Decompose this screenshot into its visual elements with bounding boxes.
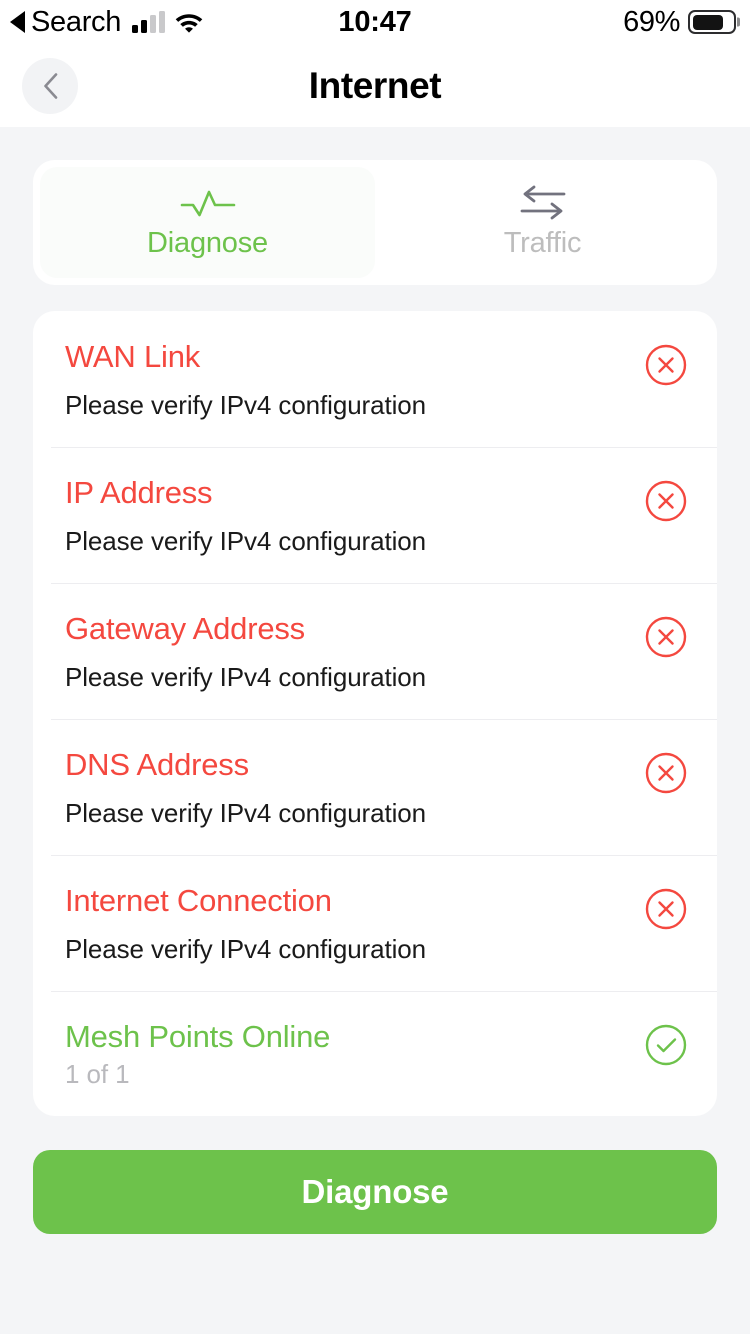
diagnostic-title: WAN Link [65,339,201,374]
pulse-icon [180,186,236,220]
table-row[interactable]: DNS Address Please verify IPv4 configura… [33,719,717,855]
diagnostic-subtitle: Please verify IPv4 configuration [65,389,426,420]
battery-icon [688,10,740,34]
tab-diagnose-label: Diagnose [147,226,268,259]
triangle-left-icon [10,11,25,33]
diagnostic-title: Mesh Points Online [65,1019,331,1054]
table-row[interactable]: Internet Connection Please verify IPv4 c… [33,855,717,991]
diagnostic-subtitle: Please verify IPv4 configuration [65,661,426,692]
error-circle-x-icon [645,616,687,658]
diagnostic-subtitle: Please verify IPv4 configuration [65,525,426,556]
navigation-bar: Internet [0,44,750,127]
cellular-signal-icon [132,11,166,33]
row-text-block: Gateway Address Please verify IPv4 confi… [65,610,627,693]
table-row[interactable]: IP Address Please verify IPv4 configurat… [33,447,717,583]
error-circle-x-icon [645,888,687,930]
diagnostic-title: Internet Connection [65,883,332,918]
error-circle-x-icon [645,480,687,522]
diagnostic-subtitle: 1 of 1 [65,1058,130,1089]
diagnostic-title: IP Address [65,475,213,510]
view-switcher: Diagnose Traffic [33,160,717,285]
table-row[interactable]: Gateway Address Please verify IPv4 confi… [33,583,717,719]
exchange-arrows-icon [517,185,569,220]
battery-percentage-label: 69% [623,5,680,38]
diagnostic-subtitle: Please verify IPv4 configuration [65,933,426,964]
table-row[interactable]: WAN Link Please verify IPv4 configuratio… [33,311,717,447]
diagnostic-title: Gateway Address [65,611,305,646]
app-screen: Search 10:47 69% Internet Diagnose Traff… [0,0,750,1334]
back-button[interactable] [22,57,78,114]
row-text-block: Mesh Points Online 1 of 1 [65,1018,627,1090]
tab-traffic[interactable]: Traffic [375,167,710,278]
content-area: Diagnose Traffic WAN Link Please verify … [0,127,750,1234]
status-bar-left: Search [10,6,204,39]
diagnostic-subtitle: Please verify IPv4 configuration [65,797,426,828]
error-circle-x-icon [645,344,687,386]
status-bar-right: 69% [623,5,740,39]
tab-traffic-label: Traffic [503,226,582,259]
diagnose-button-label: Diagnose [301,1173,449,1210]
row-text-block: Internet Connection Please verify IPv4 c… [65,882,627,965]
row-text-block: IP Address Please verify IPv4 configurat… [65,474,627,557]
diagnostics-list: WAN Link Please verify IPv4 configuratio… [33,311,717,1116]
row-text-block: DNS Address Please verify IPv4 configura… [65,746,627,829]
wifi-icon [175,14,203,33]
diagnose-button[interactable]: Diagnose [33,1150,717,1234]
back-to-search-affordance[interactable]: Search [10,6,121,39]
page-title: Internet [308,64,442,106]
back-to-search-label: Search [31,5,122,38]
error-circle-x-icon [645,752,687,794]
success-circle-check-icon [645,1024,687,1066]
row-text-block: WAN Link Please verify IPv4 configuratio… [65,338,627,421]
chevron-left-icon [43,72,57,99]
table-row[interactable]: Mesh Points Online 1 of 1 [33,991,717,1116]
diagnostic-title: DNS Address [65,747,249,782]
status-bar: Search 10:47 69% [0,0,750,44]
tab-diagnose[interactable]: Diagnose [40,167,375,278]
